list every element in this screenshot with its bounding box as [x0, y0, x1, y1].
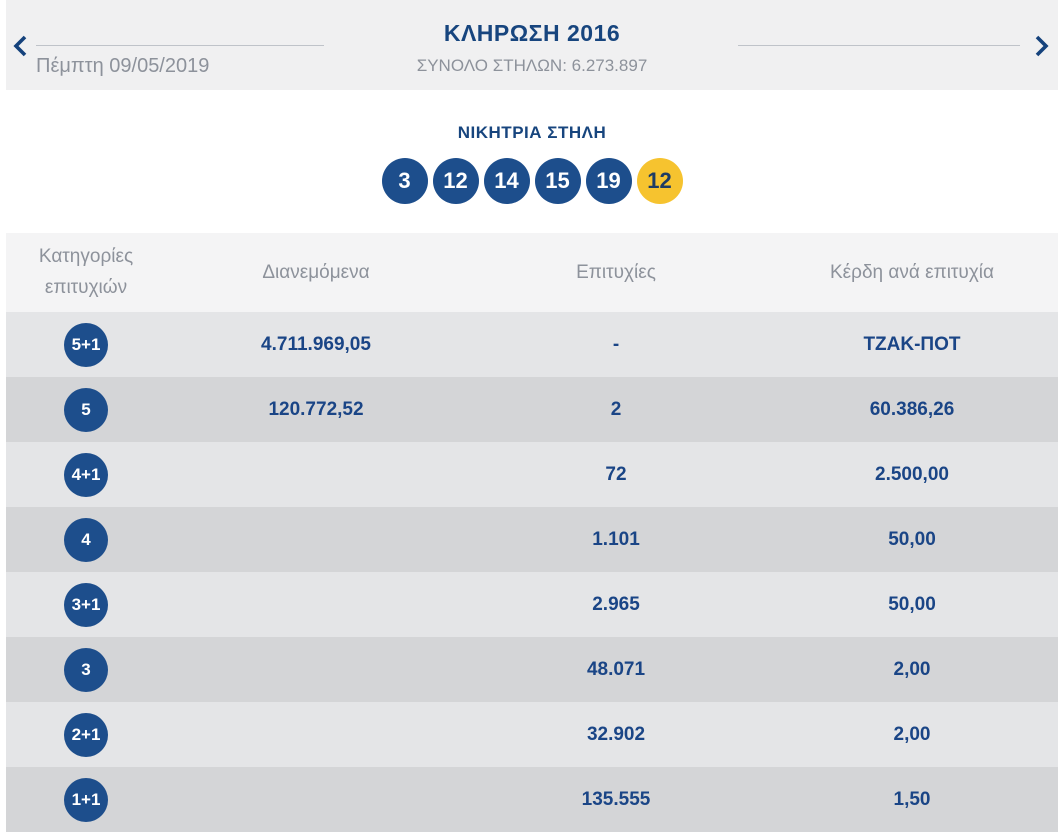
total-columns-label: ΣΥΝΟΛΟ ΣΤΗΛΩΝ: 6.273.897: [416, 56, 648, 75]
category-badge: 3: [64, 647, 108, 692]
table-row: 4+1 72 2.500,00: [6, 442, 1058, 507]
table-row: 1+1 135.555 1,50: [6, 767, 1058, 832]
prize-value: 60.386,26: [869, 398, 955, 420]
category-badge: 3+1: [64, 582, 108, 627]
chevron-right-icon: [1034, 35, 1051, 61]
number-ball: 19: [585, 158, 632, 204]
category-badge: 4: [64, 517, 108, 562]
draw-header: Πέμπτη 09/05/2019 ΚΛΗΡΩΣΗ 2016 ΣΥΝΟΛΟ ΣΤ…: [6, 0, 1058, 90]
draw-title-block: ΚΛΗΡΩΣΗ 2016 ΣΥΝΟΛΟ ΣΤΗΛΩΝ: 6.273.897: [6, 20, 1058, 76]
joker-ball: 12: [636, 158, 683, 204]
number-ball: 15: [534, 158, 581, 204]
table-header-row: Κατηγορίες επιτυχιών Διανεμόμενα Επιτυχί…: [6, 233, 1058, 312]
prize-value: 2.500,00: [875, 463, 949, 485]
winners-value: 2: [610, 398, 622, 420]
number-ball: 3: [381, 158, 428, 204]
column-header-winners: Επιτυχίες: [576, 261, 656, 283]
prize-value: ΤΖΑΚ-ΠΟΤ: [863, 333, 961, 355]
category-badge: 4+1: [64, 452, 108, 497]
number-ball: 12: [432, 158, 479, 204]
table-row: 4 1.101 50,00: [6, 507, 1058, 572]
winning-column-section: ΝΙΚΗΤΡΙΑ ΣΤΗΛΗ 3 12 14 15 19 12: [6, 90, 1058, 233]
table-row: 5 120.772,52 2 60.386,26: [6, 377, 1058, 442]
winners-value: 2.965: [592, 593, 640, 615]
winners-value: 72: [605, 463, 627, 485]
table-row: 3+1 2.965 50,00: [6, 572, 1058, 637]
draw-title: ΚΛΗΡΩΣΗ 2016: [443, 20, 621, 46]
category-badge: 2+1: [64, 712, 108, 757]
category-badge: 5: [64, 387, 108, 432]
column-header-categories: Κατηγορίες επιτυχιών: [38, 246, 134, 298]
table-row: 2+1 32.902 2,00: [6, 702, 1058, 767]
prize-value: 2,00: [893, 723, 931, 745]
winners-value: 32.902: [586, 723, 646, 745]
winning-numbers: 3 12 14 15 19 12: [6, 158, 1058, 204]
number-ball: 14: [483, 158, 530, 204]
distributed-value: 120.772,52: [268, 398, 364, 420]
column-header-prize: Κέρδη ανά επιτυχία: [830, 261, 994, 283]
prize-value: 50,00: [888, 593, 936, 615]
table-row: 3 48.071 2,00: [6, 637, 1058, 702]
winners-value: -: [612, 333, 620, 355]
category-badge: 1+1: [64, 777, 108, 822]
header-divider-right: [738, 45, 1020, 46]
next-draw-button[interactable]: [1032, 32, 1053, 60]
distributed-value: 4.711.969,05: [261, 333, 371, 355]
winners-value: 135.555: [581, 788, 651, 810]
winners-value: 48.071: [586, 658, 646, 680]
prize-value: 50,00: [888, 528, 936, 550]
prize-value: 2,00: [893, 658, 931, 680]
column-header-distributed: Διανεμόμενα: [262, 261, 370, 283]
winners-value: 1.101: [592, 528, 640, 550]
prize-value: 1,50: [893, 788, 931, 810]
table-row: 5+1 4.711.969,05 - ΤΖΑΚ-ΠΟΤ: [6, 312, 1058, 377]
category-badge: 5+1: [64, 322, 108, 367]
winning-column-title: ΝΙΚΗΤΡΙΑ ΣΤΗΛΗ: [457, 123, 607, 142]
results-table: Κατηγορίες επιτυχιών Διανεμόμενα Επιτυχί…: [6, 233, 1058, 832]
lottery-results-page: Πέμπτη 09/05/2019 ΚΛΗΡΩΣΗ 2016 ΣΥΝΟΛΟ ΣΤ…: [0, 0, 1064, 832]
